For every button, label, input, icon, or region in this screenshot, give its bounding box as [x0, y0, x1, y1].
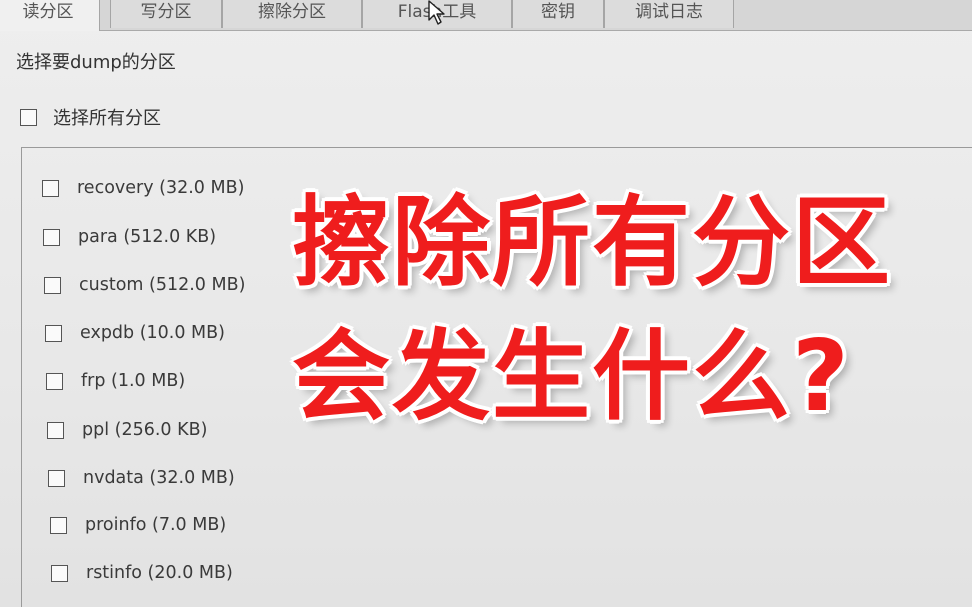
partition-item-proinfo[interactable]: proinfo (7.0 MB) [50, 512, 226, 538]
partition-label: proinfo (7.0 MB) [85, 515, 227, 535]
partition-label: para (512.0 KB) [78, 227, 217, 247]
overlay-caption-line1: 擦除所有分区 [291, 186, 893, 300]
partition-label: expdb (10.0 MB) [80, 323, 225, 343]
select-all-checkbox-row[interactable]: 选择所有分区 [20, 104, 161, 130]
partition-checkbox[interactable] [51, 564, 68, 582]
select-all-label: 选择所有分区 [53, 108, 161, 129]
tab-erase-partition[interactable]: 擦除分区 [222, 0, 362, 28]
partition-checkbox[interactable] [44, 276, 61, 294]
partition-checkbox[interactable] [45, 324, 62, 342]
partition-item-ppl[interactable]: ppl (256.0 KB) [47, 417, 207, 443]
tab-read-partition[interactable]: 读分区 [0, 0, 100, 31]
section-title: 选择要dump的分区 [16, 52, 176, 73]
partition-checkbox[interactable] [42, 179, 59, 197]
partition-label: rstinfo (20.0 MB) [86, 563, 233, 583]
mouse-cursor-icon [428, 0, 445, 25]
partition-checkbox[interactable] [46, 372, 63, 390]
partition-item-custom[interactable]: custom (512.0 MB) [44, 272, 245, 298]
partition-label: nvdata (32.0 MB) [83, 468, 235, 488]
partition-checkbox[interactable] [47, 421, 64, 439]
partition-item-nvdata[interactable]: nvdata (32.0 MB) [48, 465, 235, 491]
partition-checkbox[interactable] [50, 516, 67, 534]
partition-item-frp[interactable]: frp (1.0 MB) [46, 368, 185, 394]
select-all-checkbox[interactable] [20, 108, 37, 126]
partition-label: recovery (32.0 MB) [77, 178, 245, 198]
overlay-caption-line2: 会发生什么? [291, 320, 851, 434]
partition-item-para[interactable]: para (512.0 KB) [43, 224, 216, 250]
partition-label: custom (512.0 MB) [79, 275, 246, 295]
partition-item-rstinfo[interactable]: rstinfo (20.0 MB) [51, 560, 233, 586]
partition-label: frp (1.0 MB) [81, 371, 186, 391]
tab-keys[interactable]: 密钥 [512, 0, 604, 28]
partition-item-expdb[interactable]: expdb (10.0 MB) [45, 320, 225, 346]
tab-debug-log[interactable]: 调试日志 [604, 0, 734, 28]
tab-bar: 读分区 写分区 擦除分区 Flash工具 密钥 调试日志 [0, 0, 972, 31]
tab-write-partition[interactable]: 写分区 [110, 0, 222, 28]
partition-checkbox[interactable] [43, 228, 60, 246]
partition-item-recovery[interactable]: recovery (32.0 MB) [42, 175, 244, 201]
partition-label: ppl (256.0 KB) [82, 420, 208, 440]
partition-checkbox[interactable] [48, 469, 65, 487]
